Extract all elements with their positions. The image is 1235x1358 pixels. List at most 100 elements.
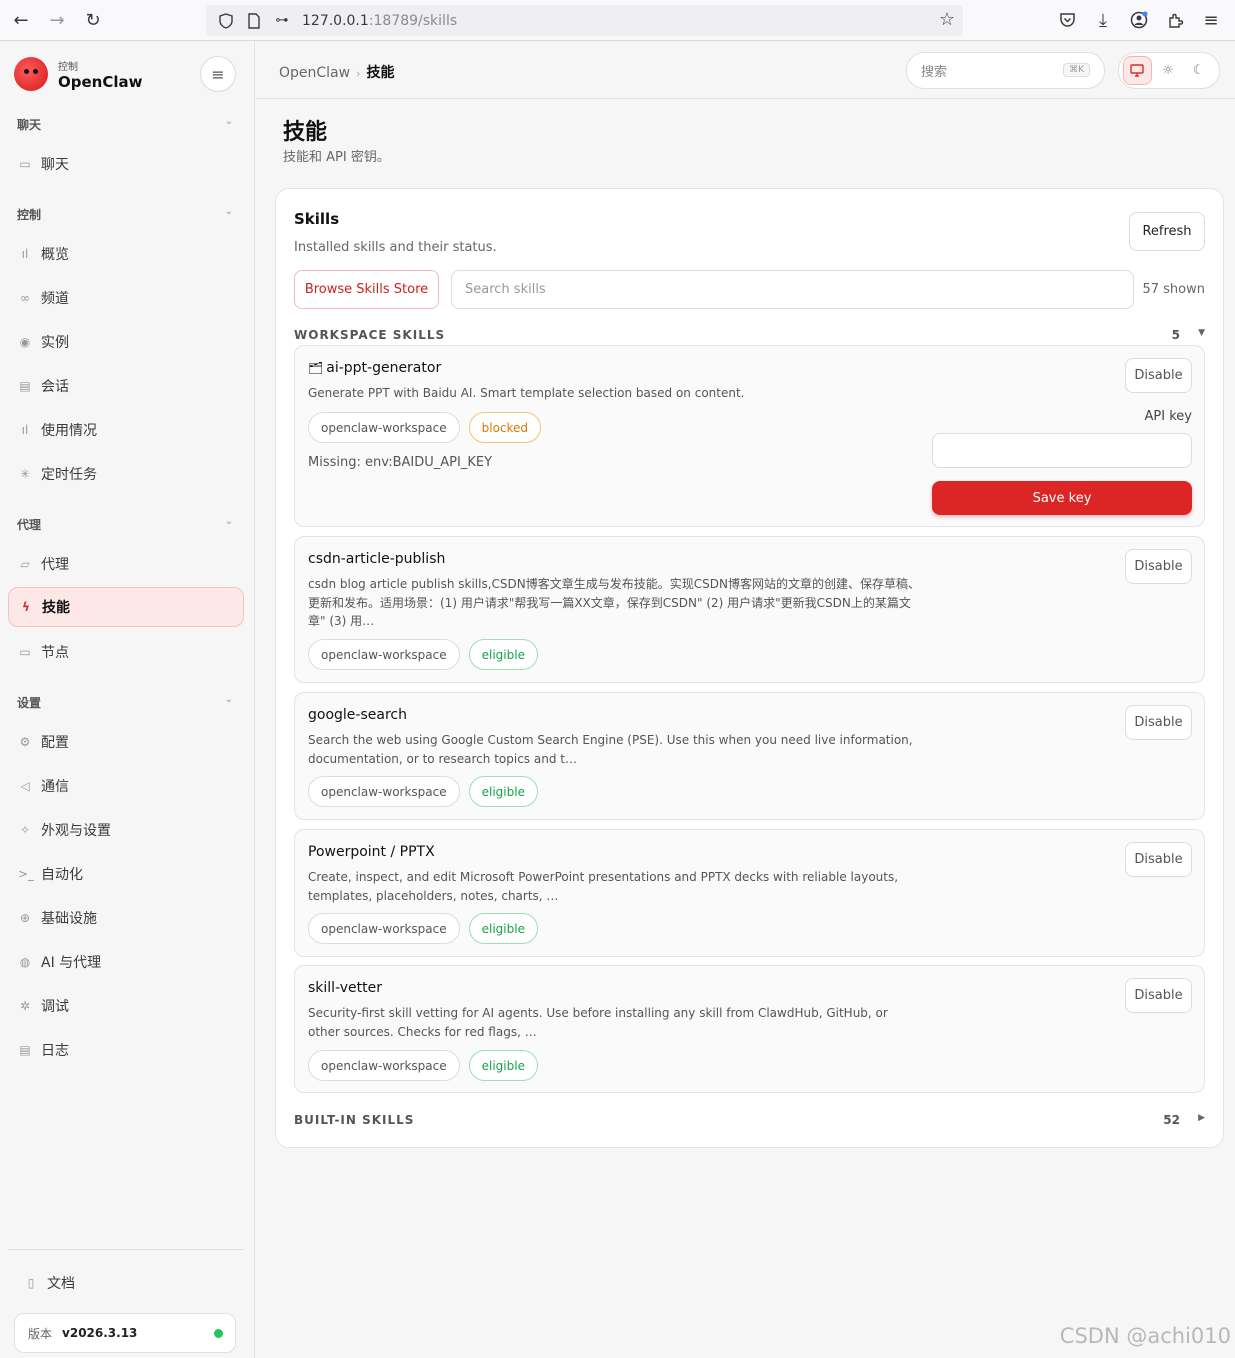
sidebar-item-overview[interactable]: ıl 概览 — [8, 234, 244, 274]
sidebar-item-sessions[interactable]: ▤ 会话 — [8, 366, 244, 406]
breadcrumb-root[interactable]: OpenClaw — [279, 65, 350, 81]
account-icon[interactable] — [1121, 2, 1157, 38]
skill-card-skill-vetter: skill-vetter Security-first skill vettin… — [294, 965, 1205, 1093]
sidebar-item-communication[interactable]: ◁ 通信 — [8, 766, 244, 806]
sidebar-item-instances[interactable]: ◉ 实例 — [8, 322, 244, 362]
section-header-chat[interactable]: 聊天 ⌄ — [17, 116, 233, 133]
sidebar-item-ai-agents[interactable]: ◍ AI 与代理 — [8, 942, 244, 982]
skill-name: skill-vetter — [308, 980, 382, 996]
url-text: 127.0.0.1:18789/skills — [302, 12, 458, 29]
status-badge: eligible — [468, 639, 538, 670]
sun-icon[interactable]: ☼ — [1154, 56, 1183, 85]
builtin-count: 52 — [1163, 1113, 1180, 1127]
disable-button[interactable]: Disable — [1125, 705, 1192, 740]
sidebar-item-cron[interactable]: ✳ 定时任务 — [8, 454, 244, 494]
source-tag: openclaw-workspace — [308, 412, 460, 443]
openclaw-logo — [14, 57, 48, 91]
status-badge: eligible — [468, 1050, 538, 1081]
disable-button[interactable]: Disable — [1125, 978, 1192, 1013]
sidebar-item-docs[interactable]: ▯ 文档 — [14, 1263, 250, 1303]
globe-icon: ⊕ — [19, 911, 31, 925]
brand-caption: 控制 — [58, 61, 78, 73]
sidebar-item-automation[interactable]: >_ 自动化 — [8, 854, 244, 894]
refresh-button[interactable]: Refresh — [1129, 212, 1205, 251]
key-icon: ⊶ — [275, 13, 289, 28]
sidebar-item-nodes[interactable]: ▭ 节点 — [8, 632, 244, 672]
browse-store-button[interactable]: Browse Skills Store — [294, 270, 439, 309]
sidebar-item-agents[interactable]: ▱ 代理 — [8, 544, 244, 584]
version-value: v2026.3.13 — [62, 1326, 138, 1340]
back-icon[interactable]: ← — [3, 2, 39, 38]
extensions-icon[interactable] — [1157, 2, 1193, 38]
breadcrumb: OpenClaw › 技能 — [279, 62, 395, 82]
monitor-theme-icon[interactable] — [1123, 56, 1152, 85]
bar-chart-icon: ıl — [21, 247, 29, 261]
hamburger-menu-icon[interactable]: ≡ — [1193, 2, 1229, 38]
source-tag: openclaw-workspace — [308, 639, 460, 670]
monitor-icon: ▭ — [19, 645, 31, 659]
brand[interactable]: 控制 OpenClaw — [14, 57, 142, 91]
sparkle-icon: ✧ — [19, 823, 31, 837]
source-tag: openclaw-workspace — [308, 913, 460, 944]
section-header-agents[interactable]: 代理 ⌄ — [17, 516, 233, 533]
forward-icon[interactable]: → — [39, 2, 75, 38]
skill-card-powerpoint-pptx: Powerpoint / PPTX Create, inspect, and e… — [294, 829, 1205, 957]
chevron-down-icon: ⌄ — [224, 516, 233, 527]
download-icon[interactable]: ⤓ — [1085, 2, 1121, 38]
skills-card: Skills Installed skills and their status… — [275, 188, 1224, 1148]
page-icon — [242, 9, 266, 33]
skills-search-input[interactable]: Search skills — [451, 270, 1134, 309]
workspace-skills-header[interactable]: WORKSPACE SKILLS 5 ▼ — [294, 328, 1206, 342]
disable-button[interactable]: Disable — [1125, 842, 1192, 877]
workspace-count: 5 — [1171, 328, 1180, 342]
shield-icon — [214, 9, 238, 33]
reload-icon[interactable]: ↻ — [75, 2, 111, 38]
log-icon: ▤ — [19, 1043, 31, 1057]
api-key-input[interactable] — [932, 433, 1192, 468]
sidebar-toggle-button[interactable]: ≡ — [200, 56, 236, 92]
section-header-settings[interactable]: 设置 ⌄ — [17, 694, 233, 711]
status-badge: blocked — [468, 412, 542, 443]
status-badge: eligible — [468, 913, 538, 944]
brain-icon: ◍ — [19, 955, 31, 969]
skill-name: Powerpoint / PPTX — [308, 844, 435, 860]
shortcut-hint: ⌘K — [1063, 63, 1090, 77]
save-key-button[interactable]: Save key — [932, 481, 1192, 515]
gear-icon: ⚙ — [19, 735, 31, 749]
missing-env-text: Missing: env:BAIDU_API_KEY — [308, 455, 493, 470]
folder-icon: ▱ — [20, 557, 30, 571]
skill-name: csdn-article-publish — [308, 551, 446, 567]
chat-icon: ▭ — [19, 157, 31, 171]
loader-icon: ✳ — [19, 467, 31, 481]
address-bar[interactable]: ⊶ 127.0.0.1:18789/skills ☆ — [206, 5, 963, 36]
sidebar-item-debug[interactable]: ✲ 调试 — [8, 986, 244, 1026]
source-tag: openclaw-workspace — [308, 1050, 460, 1081]
sidebar-item-usage[interactable]: ıl 使用情况 — [8, 410, 244, 450]
bookmark-star-icon[interactable]: ☆ — [939, 9, 955, 30]
pocket-icon[interactable] — [1049, 2, 1085, 38]
disable-button[interactable]: Disable — [1125, 549, 1192, 584]
book-icon: ▯ — [27, 1276, 35, 1290]
menu-icon: ≡ — [211, 64, 225, 84]
builtin-skills-header[interactable]: BUILT-IN SKILLS 52 ▶ — [294, 1113, 1206, 1127]
skill-card-ai-ppt-generator: 🗂 ai-ppt-generator Generate PPT with Baid… — [294, 345, 1205, 527]
shown-count: 57 shown — [1142, 282, 1205, 297]
section-header-control[interactable]: 控制 ⌄ — [17, 206, 233, 223]
disable-button[interactable]: Disable — [1125, 358, 1192, 393]
sidebar-item-appearance[interactable]: ✧ 外观与设置 — [8, 810, 244, 850]
browser-toolbar: ← → ↻ ⊶ 127.0.0.1:18789/skills ☆ ⤓ ≡ — [0, 0, 1235, 41]
version-badge: 版本 v2026.3.13 — [14, 1313, 236, 1353]
chevron-down-icon: ⌄ — [224, 206, 233, 217]
skill-description: Search the web using Google Custom Searc… — [308, 733, 913, 766]
skill-card-google-search: google-search Search the web using Googl… — [294, 692, 1205, 820]
top-header: OpenClaw › 技能 搜索 ⌘K ☼ ☾ — [256, 41, 1235, 99]
global-search-input[interactable]: 搜索 ⌘K — [906, 52, 1105, 89]
skill-name: 🗂 ai-ppt-generator — [308, 360, 442, 376]
sidebar-item-channels[interactable]: ∞ 频道 — [8, 278, 244, 318]
sidebar-item-infrastructure[interactable]: ⊕ 基础设施 — [8, 898, 244, 938]
sidebar-item-logs[interactable]: ▤ 日志 — [8, 1030, 244, 1070]
moon-icon[interactable]: ☾ — [1184, 56, 1213, 85]
sidebar-item-skills[interactable]: ϟ 技能 — [8, 587, 244, 627]
sidebar-item-config[interactable]: ⚙ 配置 — [8, 722, 244, 762]
sidebar-item-chat[interactable]: ▭ 聊天 — [8, 144, 244, 184]
